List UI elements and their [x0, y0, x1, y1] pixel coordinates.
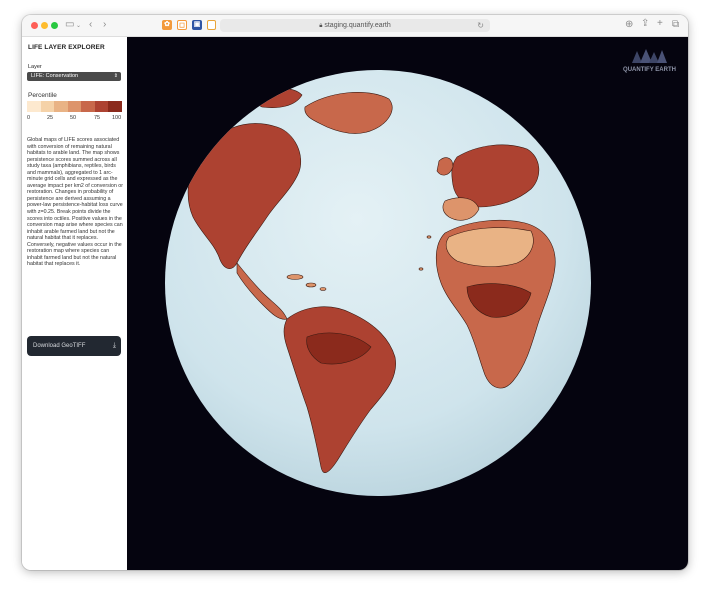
browser-window: ▭ ⌄ ‹ › ✿ ◻ ▣ 🔒︎ staging.quantify.earth … — [22, 15, 688, 570]
back-icon[interactable]: ‹ — [89, 20, 92, 30]
download-icon[interactable]: ⊕ — [625, 20, 633, 30]
legend-swatch — [40, 101, 55, 112]
legend-swatch — [108, 101, 123, 112]
legend-tick: 75 — [94, 115, 101, 121]
legend-swatch — [67, 101, 82, 112]
legend-tick: 100 — [112, 115, 122, 121]
minimize-window-button[interactable] — [41, 22, 48, 29]
percentile-legend — [27, 101, 123, 112]
quantify-earth-logo: QUANTIFY EARTH — [623, 49, 676, 73]
layer-description: Global maps of LIFE scores associated wi… — [27, 137, 123, 268]
percentile-label: Percentile — [28, 92, 57, 99]
layer-label: Layer — [28, 64, 42, 70]
lock-icon: 🔒︎ — [319, 23, 323, 29]
layer-select[interactable]: LIFE: Conservation ⇕ — [27, 72, 121, 81]
legend-swatch — [27, 101, 41, 112]
extension-icon[interactable]: ◻ — [177, 20, 187, 30]
legend-tick: 25 — [47, 115, 54, 121]
sahara — [445, 227, 534, 267]
logo-text: QUANTIFY EARTH — [623, 67, 676, 73]
browser-toolbar: ▭ ⌄ ‹ › ✿ ◻ ▣ 🔒︎ staging.quantify.earth … — [22, 15, 688, 37]
close-window-button[interactable] — [31, 22, 38, 29]
download-geotiff-button[interactable]: Download GeoTIFF ⤓ — [27, 336, 121, 356]
download-icon: ⤓ — [112, 342, 116, 349]
download-button-label: Download GeoTIFF — [33, 343, 86, 349]
extension-icon[interactable]: ✿ — [162, 20, 172, 30]
sidebar: LIFE LAYER EXPLORER Layer LIFE: Conserva… — [22, 37, 127, 570]
forward-icon[interactable]: › — [103, 20, 106, 30]
cape-verde-island — [418, 267, 424, 271]
globe-map-view[interactable]: QUANTIFY EARTH — [127, 37, 688, 570]
new-tab-icon[interactable]: + — [657, 19, 663, 29]
caribbean-island — [305, 282, 317, 288]
reload-icon[interactable]: ↻ — [477, 19, 484, 32]
share-icon[interactable]: ⇪ — [641, 19, 649, 29]
legend-swatch — [81, 101, 95, 112]
legend-swatch — [54, 101, 68, 112]
globe[interactable]: QUANTIFY EARTH — [127, 37, 688, 570]
zoom-window-button[interactable] — [51, 22, 58, 29]
caribbean-island — [319, 287, 327, 291]
canary-island — [426, 235, 432, 239]
legend-tick: 50 — [70, 115, 77, 121]
app-title: LIFE LAYER EXPLORER — [28, 44, 105, 51]
extension-icon[interactable] — [207, 20, 216, 30]
caribbean-island — [286, 274, 304, 280]
sidebar-toggle-icon[interactable]: ▭ — [65, 20, 74, 30]
chevron-down-icon[interactable]: ⌄ — [76, 21, 81, 31]
address-bar[interactable]: 🔒︎ staging.quantify.earth ↻ — [220, 19, 490, 32]
layer-select-value: LIFE: Conservation — [31, 73, 79, 79]
legend-tick: 0 — [27, 115, 31, 121]
tabs-overview-icon[interactable]: ⧉ — [672, 20, 679, 30]
url-text: staging.quantify.earth — [324, 22, 391, 29]
legend-ticks: 0 25 50 75 100 — [27, 115, 123, 123]
legend-swatch — [94, 101, 109, 112]
select-arrows-icon: ⇕ — [113, 73, 118, 79]
extension-icon[interactable]: ▣ — [192, 20, 202, 30]
